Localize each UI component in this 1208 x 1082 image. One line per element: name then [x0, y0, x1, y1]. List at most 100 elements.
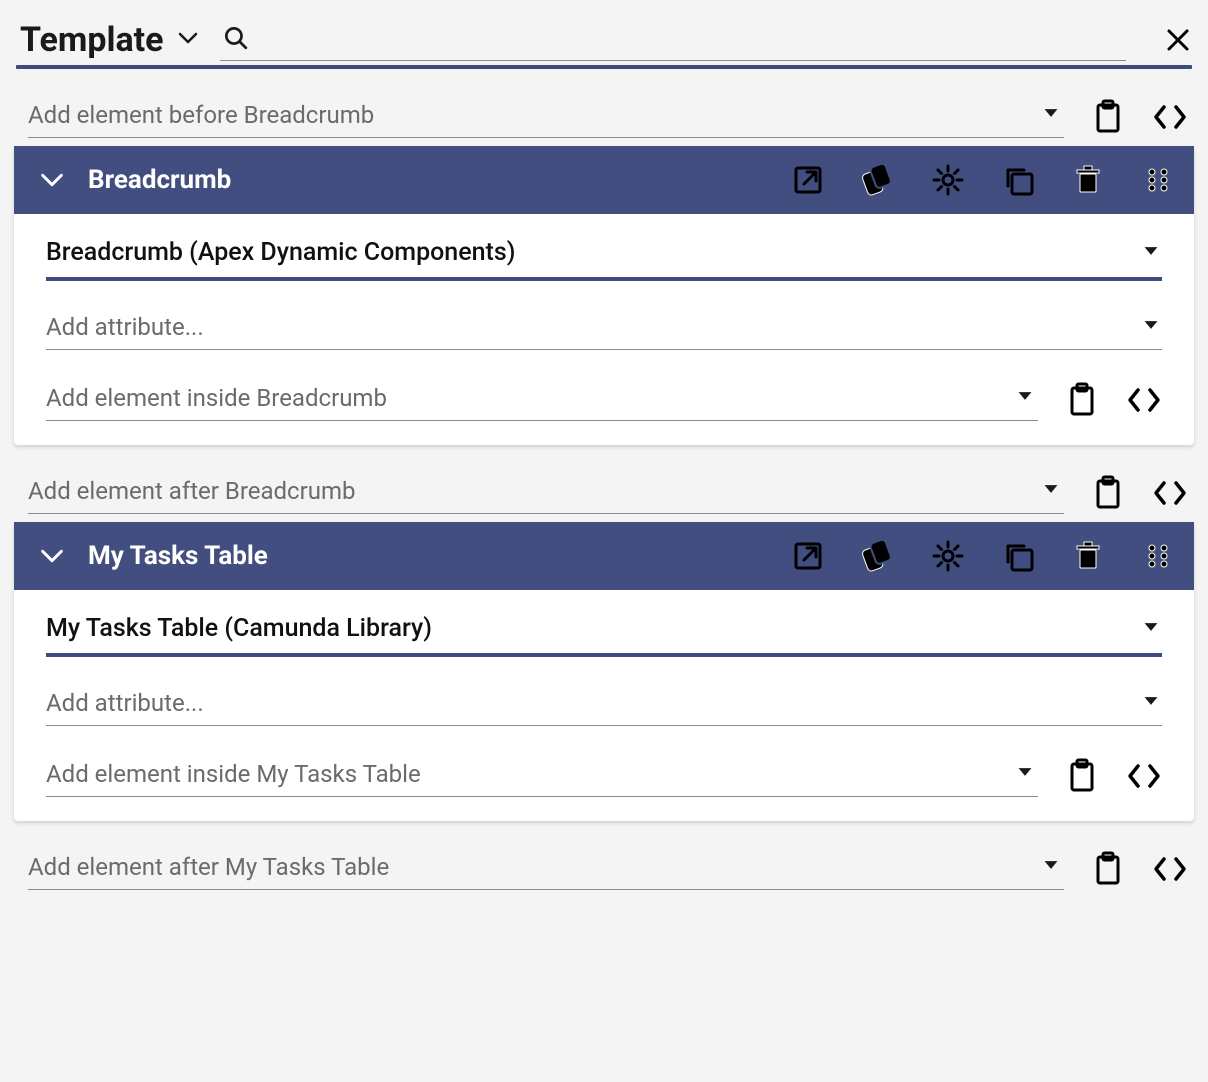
clipboard-icon — [1066, 382, 1098, 418]
code-button[interactable] — [1152, 99, 1188, 135]
style-icon — [857, 535, 898, 576]
component-card-my-tasks-table: My Tasks Table My Tasks Table (Camunda L… — [14, 522, 1194, 821]
placeholder-text: Add element after My Tasks Table — [28, 853, 389, 881]
code-icon — [1126, 758, 1162, 794]
add-element-inside-breadcrumb-row: Add element inside Breadcrumb — [46, 378, 1162, 421]
panel-header: Template — [14, 12, 1194, 61]
copy-icon — [1002, 164, 1034, 196]
component-header: My Tasks Table — [14, 522, 1194, 590]
add-attribute-input[interactable]: Add attribute... — [46, 309, 1162, 350]
add-element-after-breadcrumb-input[interactable]: Add element after Breadcrumb — [28, 471, 1064, 514]
caret-down-icon — [1142, 242, 1160, 264]
search-input[interactable] — [220, 18, 1126, 61]
placeholder-text: Add element inside Breadcrumb — [46, 384, 387, 412]
component-name: Breadcrumb — [88, 165, 770, 195]
code-icon — [1126, 382, 1162, 418]
row-actions — [1092, 475, 1188, 511]
code-button[interactable] — [1126, 758, 1162, 794]
delete-button[interactable] — [1072, 540, 1104, 572]
code-icon — [1152, 851, 1188, 887]
open-button[interactable] — [792, 164, 824, 196]
clipboard-icon — [1092, 475, 1124, 511]
component-card-breadcrumb: Breadcrumb Breadcrumb (Apex Dynamic Comp… — [14, 146, 1194, 445]
placeholder-text: Add element inside My Tasks Table — [46, 760, 421, 788]
placeholder-text: Add element before Breadcrumb — [28, 101, 374, 129]
drag-handle[interactable] — [1142, 164, 1174, 196]
panel-title-dropdown[interactable]: Template — [20, 20, 200, 60]
paste-button[interactable] — [1092, 99, 1124, 135]
add-element-before-breadcrumb-row: Add element before Breadcrumb — [14, 87, 1194, 146]
add-element-inside-my-tasks-input[interactable]: Add element inside My Tasks Table — [46, 754, 1038, 797]
placeholder-text: Add element after Breadcrumb — [28, 477, 356, 505]
add-element-inside-breadcrumb-input[interactable]: Add element inside Breadcrumb — [46, 378, 1038, 421]
style-button[interactable] — [862, 540, 894, 572]
row-actions — [1066, 382, 1162, 418]
add-attribute-input[interactable]: Add attribute... — [46, 685, 1162, 726]
style-icon — [857, 159, 898, 200]
trash-icon — [1072, 164, 1104, 196]
caret-down-icon — [1142, 692, 1160, 714]
paste-button[interactable] — [1066, 382, 1098, 418]
panel-header-underline — [16, 65, 1192, 69]
component-type-select[interactable]: Breadcrumb (Apex Dynamic Components) — [46, 234, 1162, 281]
caret-down-icon — [1042, 480, 1060, 502]
collapse-button[interactable] — [38, 542, 66, 570]
template-editor-panel: Template Add element before Breadcrumb — [0, 0, 1208, 948]
caret-down-icon — [1016, 387, 1034, 409]
component-name: My Tasks Table — [88, 541, 770, 571]
delete-button[interactable] — [1072, 164, 1104, 196]
paste-button[interactable] — [1092, 475, 1124, 511]
copy-button[interactable] — [1002, 540, 1034, 572]
add-element-inside-my-tasks-row: Add element inside My Tasks Table — [46, 754, 1162, 797]
style-button[interactable] — [862, 164, 894, 196]
code-button[interactable] — [1126, 382, 1162, 418]
search-icon — [222, 24, 248, 54]
panel-title: Template — [20, 20, 164, 60]
caret-down-icon — [1142, 618, 1160, 640]
code-button[interactable] — [1152, 475, 1188, 511]
chevron-down-icon — [38, 166, 66, 194]
component-type-label: My Tasks Table (Camunda Library) — [46, 614, 432, 643]
add-element-before-breadcrumb-input[interactable]: Add element before Breadcrumb — [28, 95, 1064, 138]
row-actions — [1092, 851, 1188, 887]
code-icon — [1152, 475, 1188, 511]
placeholder-text: Add attribute... — [46, 689, 204, 717]
paste-button[interactable] — [1066, 758, 1098, 794]
add-element-after-my-tasks-row: Add element after My Tasks Table — [14, 839, 1194, 898]
chevron-down-icon — [38, 542, 66, 570]
component-actions — [792, 540, 1174, 572]
add-element-after-my-tasks-input[interactable]: Add element after My Tasks Table — [28, 847, 1064, 890]
drag-handle[interactable] — [1142, 540, 1174, 572]
clipboard-icon — [1066, 758, 1098, 794]
component-body: Breadcrumb (Apex Dynamic Components) Add… — [14, 214, 1194, 445]
clipboard-icon — [1092, 99, 1124, 135]
add-element-after-breadcrumb-row: Add element after Breadcrumb — [14, 463, 1194, 522]
settings-button[interactable] — [932, 540, 964, 572]
component-type-select[interactable]: My Tasks Table (Camunda Library) — [46, 610, 1162, 657]
caret-down-icon — [1016, 763, 1034, 785]
close-icon — [1164, 26, 1192, 54]
drag-icon — [1142, 540, 1174, 572]
open-in-new-icon — [792, 540, 824, 572]
copy-icon — [1002, 540, 1034, 572]
settings-button[interactable] — [932, 164, 964, 196]
copy-button[interactable] — [1002, 164, 1034, 196]
clipboard-icon — [1092, 851, 1124, 887]
collapse-button[interactable] — [38, 166, 66, 194]
gear-icon — [932, 540, 964, 572]
caret-down-icon — [1042, 104, 1060, 126]
component-body: My Tasks Table (Camunda Library) Add att… — [14, 590, 1194, 821]
close-button[interactable] — [1164, 26, 1192, 54]
gear-icon — [932, 164, 964, 196]
drag-icon — [1142, 164, 1174, 196]
open-in-new-icon — [792, 164, 824, 196]
component-header: Breadcrumb — [14, 146, 1194, 214]
component-actions — [792, 164, 1174, 196]
code-icon — [1152, 99, 1188, 135]
open-button[interactable] — [792, 540, 824, 572]
caret-down-icon — [1042, 856, 1060, 878]
code-button[interactable] — [1152, 851, 1188, 887]
row-actions — [1092, 99, 1188, 135]
paste-button[interactable] — [1092, 851, 1124, 887]
chevron-down-icon — [176, 26, 200, 54]
